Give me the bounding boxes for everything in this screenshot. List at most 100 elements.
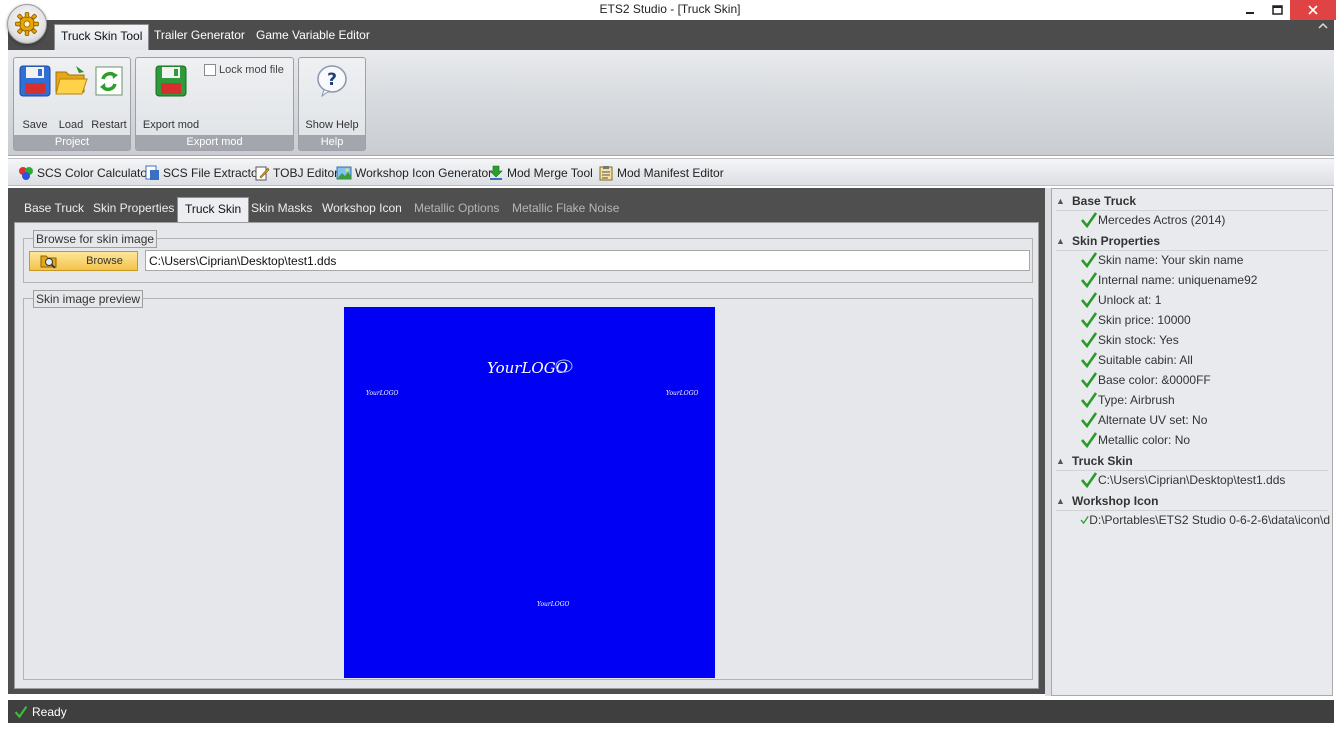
section-skin-properties[interactable]: ▲ Skin Properties	[1056, 231, 1328, 251]
section-workshop-icon[interactable]: ▲ Workshop Icon	[1056, 491, 1328, 511]
summary-item-text: Skin name: Your skin name	[1098, 253, 1244, 267]
summary-item: Suitable cabin: All	[1080, 350, 1330, 370]
summary-item-text: Suitable cabin: All	[1098, 353, 1193, 367]
workshop-icon-generator-label: Workshop Icon Generator	[355, 166, 493, 180]
tab-workshop-icon[interactable]: Workshop Icon	[315, 197, 409, 221]
tobj-editor-button[interactable]: TOBJ Editor	[254, 165, 338, 181]
summary-item-text: Type: Airbrush	[1098, 393, 1175, 407]
workshop-icon-generator-button[interactable]: Workshop Icon Generator	[336, 165, 492, 181]
show-help-button[interactable]: ? Show Help	[303, 64, 361, 131]
maximize-button[interactable]	[1264, 0, 1290, 20]
summary-item-text: Unlock at: 1	[1098, 293, 1162, 307]
tab-metallic-flake-noise[interactable]: Metallic Flake Noise	[505, 197, 626, 221]
ribbon-body: Save Load Restart Project Export mod Loc…	[8, 50, 1334, 156]
title-bar: ETS2 Studio - [Truck Skin]	[0, 0, 1340, 20]
minimize-button[interactable]	[1238, 0, 1262, 20]
export-mod-label: Export mod	[142, 119, 200, 131]
tobj-editor-label: TOBJ Editor	[273, 166, 339, 180]
tab-base-truck[interactable]: Base Truck	[17, 197, 91, 221]
restart-button[interactable]: Restart	[90, 64, 128, 131]
scs-file-extractor-label: SCS File Extractor	[163, 166, 262, 180]
chevron-up-icon	[1318, 22, 1328, 29]
check-icon	[1081, 472, 1098, 488]
check-icon	[1081, 312, 1098, 328]
save-button[interactable]: Save	[18, 64, 52, 131]
summary-item: Skin price: 10000	[1080, 310, 1330, 330]
skin-path-input[interactable]	[145, 250, 1030, 271]
lock-mod-label: Lock mod file	[219, 64, 284, 76]
summary-item-text: Alternate UV set: No	[1098, 413, 1208, 427]
section-truck-skin[interactable]: ▲ Truck Skin	[1056, 451, 1328, 471]
section-title: Workshop Icon	[1072, 493, 1159, 508]
landscape-image-icon	[336, 166, 352, 180]
floppy-save-icon	[19, 65, 51, 97]
summary-item: Mercedes Actros (2014)	[1080, 210, 1330, 230]
check-icon	[1081, 372, 1098, 388]
scs-color-calculator-button[interactable]: SCS Color Calculator	[18, 165, 151, 181]
check-icon	[1080, 516, 1089, 525]
browse-group-legend: Browse for skin image	[33, 230, 158, 248]
tab-truck-skin[interactable]: Truck Skin	[177, 197, 250, 223]
summary-item-text: Skin stock: Yes	[1098, 333, 1179, 347]
summary-item: Base color: &0000FF	[1080, 370, 1330, 390]
edit-document-icon	[255, 166, 270, 181]
tab-metallic-options[interactable]: Metallic Options	[407, 197, 506, 221]
scs-file-extractor-button[interactable]: SCS File Extractor	[144, 165, 262, 181]
collapse-icon: ▲	[1056, 235, 1065, 246]
folder-search-icon	[40, 255, 57, 269]
logo-small-right: YourLOGO	[666, 390, 699, 397]
truck-skin-content: Browse for skin image Browse Skin image …	[14, 222, 1039, 689]
summary-item-text: Internal name: uniquename92	[1098, 273, 1258, 287]
tab-truck-skin-tool[interactable]: Truck Skin Tool	[54, 24, 150, 50]
lock-mod-check-box[interactable]	[204, 64, 216, 76]
summary-item: Alternate UV set: No	[1080, 410, 1330, 430]
clipboard-icon	[599, 166, 613, 181]
lock-mod-checkbox[interactable]: Lock mod file	[204, 64, 284, 76]
summary-item: D:\Portables\ETS2 Studio 0-6-2-6\data\ic…	[1080, 510, 1330, 530]
section-base-truck[interactable]: ▲ Base Truck	[1056, 191, 1328, 211]
check-icon	[1081, 332, 1098, 348]
load-button[interactable]: Load	[53, 64, 89, 131]
tab-game-variable-editor[interactable]: Game Variable Editor	[250, 24, 376, 50]
logo-small-bottom: YourLOGO	[537, 601, 570, 608]
load-label: Load	[58, 119, 84, 131]
check-icon	[1081, 252, 1098, 268]
preview-group: Skin image preview YourLOGO YourLOGO You…	[23, 290, 1033, 680]
tab-skin-properties[interactable]: Skin Properties	[86, 197, 181, 221]
mod-manifest-editor-button[interactable]: Mod Manifest Editor	[598, 165, 724, 181]
tab-trailer-generator[interactable]: Trailer Generator	[148, 24, 251, 50]
folder-open-icon	[55, 66, 88, 95]
check-icon	[14, 705, 28, 718]
app-menu-button[interactable]	[7, 4, 47, 44]
restart-label: Restart	[91, 119, 127, 131]
logo-swirl-icon	[555, 359, 573, 373]
mod-merge-tool-button[interactable]: Mod Merge Tool	[488, 165, 593, 181]
check-icon	[1081, 212, 1098, 228]
check-icon	[1081, 392, 1098, 408]
preview-group-legend: Skin image preview	[33, 290, 144, 308]
check-icon	[1081, 352, 1098, 368]
browse-button-label: Browse	[86, 255, 123, 267]
browse-group: Browse for skin image Browse	[23, 230, 1033, 283]
refresh-icon	[95, 66, 123, 96]
section-title: Truck Skin	[1072, 453, 1133, 468]
close-button[interactable]	[1290, 0, 1336, 20]
svg-text:?: ?	[327, 70, 337, 90]
export-mod-button[interactable]: Export mod	[140, 64, 202, 131]
section-title: Skin Properties	[1072, 233, 1161, 248]
skin-image-preview: YourLOGO YourLOGO YourLOGO YourLOGO	[344, 307, 715, 678]
collapse-icon: ▲	[1056, 195, 1065, 206]
mod-merge-tool-label: Mod Merge Tool	[507, 166, 593, 180]
check-icon	[1081, 272, 1098, 288]
status-bar: Ready	[8, 700, 1334, 723]
status-text: Ready	[32, 704, 67, 719]
gear-icon	[15, 12, 39, 36]
summary-item-text: C:\Users\Ciprian\Desktop\test1.dds	[1098, 473, 1286, 487]
group-caption-help: Help	[299, 135, 365, 150]
tab-skin-masks[interactable]: Skin Masks	[244, 197, 319, 221]
ribbon-collapse-button[interactable]	[1318, 21, 1328, 33]
tools-toolbar: SCS Color Calculator SCS File Extractor …	[8, 158, 1334, 186]
browse-button[interactable]: Browse	[29, 251, 138, 271]
show-help-label: Show Help	[305, 119, 359, 131]
summary-item: Skin name: Your skin name	[1080, 250, 1330, 270]
